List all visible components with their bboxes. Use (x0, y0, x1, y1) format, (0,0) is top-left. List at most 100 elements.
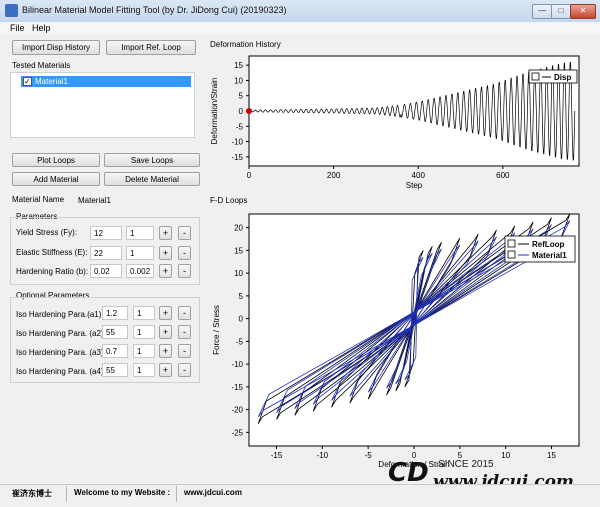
iso-a3-minus-button[interactable]: - (178, 344, 191, 358)
window-title: Bilinear Material Model Fitting Tool (by… (22, 5, 287, 15)
hardening-ratio-input[interactable]: 0.02 (90, 264, 122, 278)
y-tick-label: 5 (239, 292, 244, 301)
iso-a2-step-input[interactable]: 1 (133, 325, 155, 339)
yield-stress-label: Yield Stress (Fy): (16, 228, 78, 237)
yield-stress-input[interactable]: 12 (90, 226, 122, 240)
iso-a3-plus-button[interactable]: + (159, 344, 172, 358)
status-author: 崔济东博士 (12, 489, 52, 498)
y-tick-label: 15 (234, 246, 243, 255)
fd-loops-label: F-D Loops (210, 196, 248, 205)
x-tick-label: 400 (412, 171, 426, 180)
legend-checkbox (507, 239, 516, 248)
x-tick-label: 0 (247, 171, 252, 180)
y-tick-label: 10 (234, 269, 243, 278)
x-axis-label: Step (406, 181, 423, 190)
legend-checkbox (507, 250, 516, 259)
material-name-label: Material Name (12, 195, 65, 204)
iso-a4-plus-button[interactable]: + (159, 363, 172, 377)
hardening-ratio-label: Hardening Ratio (b): (16, 267, 89, 276)
import-ref-loop-button[interactable]: Import Ref. Loop (106, 40, 196, 55)
deformation-history-label: Deformation History (210, 40, 281, 49)
menu-help[interactable]: Help (32, 22, 51, 34)
app-icon (5, 4, 18, 17)
y-tick-label: 5 (239, 92, 244, 101)
save-loops-button[interactable]: Save Loops (104, 153, 200, 167)
iso-a2-minus-button[interactable]: - (178, 325, 191, 339)
x-tick-label: 15 (547, 451, 556, 460)
iso-a4-input[interactable]: 55 (102, 363, 128, 377)
iso-a1-label: Iso Hardening Para.(a1): (16, 310, 104, 319)
x-tick-label: 200 (327, 171, 341, 180)
iso-a4-minus-button[interactable]: - (178, 363, 191, 377)
close-button[interactable]: ✕ (570, 4, 596, 19)
y-tick-label: -10 (231, 360, 243, 369)
menu-file[interactable]: File (10, 22, 25, 34)
x-tick-label: -10 (317, 451, 329, 460)
hardening-ratio-step-input[interactable]: 0.002 (126, 264, 154, 278)
y-tick-label: 15 (234, 61, 243, 70)
legend-checkbox (531, 72, 540, 81)
y-tick-label: -5 (236, 337, 244, 346)
status-separator (176, 486, 177, 502)
iso-a3-label: Iso Hardening Para. (a3): (16, 348, 106, 357)
iso-a1-minus-button[interactable]: - (178, 306, 191, 320)
hardening-ratio-plus-button[interactable]: + (159, 264, 172, 278)
minimize-button[interactable]: — (532, 4, 552, 19)
start-marker (246, 108, 252, 114)
iso-a3-step-input[interactable]: 1 (133, 344, 155, 358)
material-name-text: Material1 (35, 77, 68, 86)
status-site[interactable]: www.jdcui.com (184, 488, 242, 497)
iso-a1-step-input[interactable]: 1 (133, 306, 155, 320)
elastic-stiffness-input[interactable]: 22 (90, 246, 122, 260)
y-tick-label: -5 (236, 122, 244, 131)
fd-loops-chart: 20151050-5-10-15-20-25-15 -10 -5 0 5 10 15Defo… (212, 213, 580, 469)
iso-a4-label: Iso Hardening Para. (a4): (16, 367, 106, 376)
y-tick-label: 0 (239, 315, 244, 324)
y-tick-label: -15 (231, 383, 243, 392)
legend-label: RefLoop (532, 240, 565, 249)
delete-material-button[interactable]: Delete Material (104, 172, 200, 186)
iso-a2-label: Iso Hardening Para. (a2): (16, 329, 106, 338)
y-axis-label: Deformation/Strain (210, 78, 219, 145)
plot-loops-button[interactable]: Plot Loops (12, 153, 100, 167)
iso-a3-input[interactable]: 0.7 (102, 344, 128, 358)
elastic-stiffness-minus-button[interactable]: - (178, 246, 191, 260)
y-tick-label: -20 (231, 406, 243, 415)
legend-label: Disp (554, 73, 571, 82)
add-material-button[interactable]: Add Material (12, 172, 100, 186)
status-welcome: Welcome to my Website : (74, 488, 171, 497)
iso-a1-plus-button[interactable]: + (159, 306, 172, 320)
deformation-history-chart: 15 10 5 0 -5 -10 -15 0 200 400 600 Step Deformation/… (210, 55, 580, 190)
y-tick-label: -10 (231, 138, 243, 147)
elastic-stiffness-label: Elastic Stiffness (E): (16, 248, 88, 257)
legend-label: Material1 (532, 251, 567, 260)
watermark-logo: CD (388, 458, 429, 488)
maximize-button[interactable]: □ (551, 4, 571, 19)
y-tick-label: 20 (234, 224, 243, 233)
iso-a2-plus-button[interactable]: + (159, 325, 172, 339)
x-tick-label: -5 (365, 451, 373, 460)
yield-stress-step-input[interactable]: 1 (126, 226, 154, 240)
status-separator (66, 486, 67, 502)
material-name-field[interactable]: Material1 (74, 193, 200, 206)
x-tick-label: 10 (501, 451, 510, 460)
yield-stress-plus-button[interactable]: + (159, 226, 172, 240)
import-disp-history-button[interactable]: Import Disp History (12, 40, 100, 55)
x-tick-label: 600 (496, 171, 510, 180)
elastic-stiffness-step-input[interactable]: 1 (126, 246, 154, 260)
iso-a2-input[interactable]: 55 (102, 325, 128, 339)
iso-a4-step-input[interactable]: 1 (133, 363, 155, 377)
elastic-stiffness-plus-button[interactable]: + (159, 246, 172, 260)
tested-materials-label: Tested Materials (12, 61, 71, 70)
hardening-ratio-minus-button[interactable]: - (178, 264, 191, 278)
yield-stress-minus-button[interactable]: - (178, 226, 191, 240)
y-tick-label: 0 (239, 107, 244, 116)
material-checkbox[interactable]: ✓ (23, 77, 32, 86)
y-tick-label: 10 (234, 76, 243, 85)
iso-a1-input[interactable]: 1.2 (102, 306, 128, 320)
watermark-since: SINCE 2015 (438, 459, 494, 470)
x-tick-label: -15 (271, 451, 283, 460)
y-tick-label: -15 (231, 153, 243, 162)
y-tick-label: -25 (231, 428, 243, 437)
menu-bar (0, 22, 600, 34)
